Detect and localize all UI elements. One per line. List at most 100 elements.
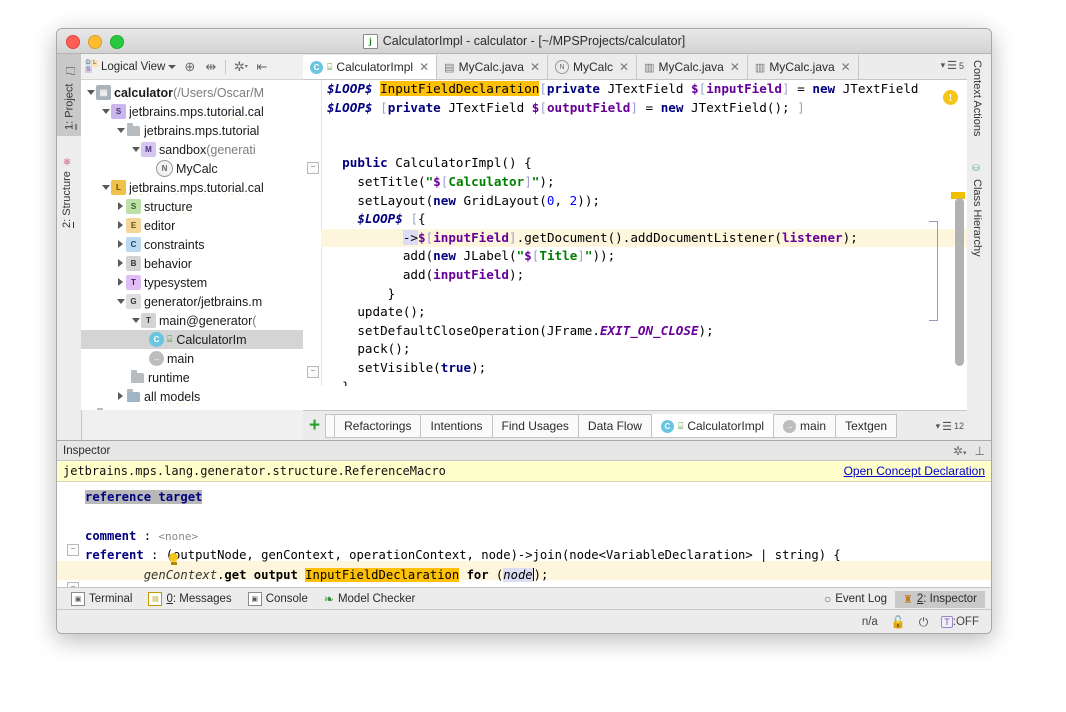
editor-tab-calculatorimpl[interactable]: C ⌸ CalculatorImpl ✕ — [303, 55, 438, 79]
btab-calculatorimpl[interactable]: C ⌸ CalculatorImpl — [651, 414, 775, 438]
close-icon[interactable]: ✕ — [619, 60, 629, 74]
tree-row-all-models[interactable]: all models — [81, 387, 303, 406]
tree-row-editor[interactable]: E editor — [81, 216, 303, 235]
twisty-icon[interactable] — [130, 316, 141, 325]
editor-tab-mycalc-java-3[interactable]: ▥ MyCalc.java ✕ — [748, 55, 859, 79]
fold-marker-open[interactable]: − — [307, 162, 319, 174]
minimize-button[interactable] — [88, 35, 102, 49]
model-checker-icon: ❧ — [323, 592, 334, 606]
node-icon: N — [555, 60, 569, 74]
chevron-down-icon: ▾ — [940, 60, 946, 70]
inspector-body[interactable]: − − reference target comment : <none> re… — [57, 482, 991, 601]
inspector-header-tools: ✲▾ ⊥ — [953, 444, 985, 458]
toolwindow-event-log[interactable]: ○ Event Log — [816, 590, 895, 608]
editor-vertical-scrollbar[interactable] — [955, 198, 964, 366]
tree-row-solution[interactable]: S jetbrains.mps.tutorial.cal — [81, 102, 303, 121]
typing-mode-indicator[interactable]: T:OFF — [941, 616, 979, 628]
close-icon[interactable]: ✕ — [730, 60, 740, 74]
tree-row-structure[interactable]: S structure — [81, 197, 303, 216]
twisty-icon[interactable] — [115, 277, 126, 288]
tree-row-main[interactable]: → main — [81, 349, 303, 368]
plugins-icon[interactable]: ⏻ — [919, 615, 929, 630]
editor-tabs-overflow[interactable]: ▾ ☰ 5 — [941, 59, 964, 72]
bottom-tabs-overflow[interactable]: ▾ ☰ 12 — [936, 420, 967, 433]
toolwindow-label: 0: Messages — [166, 593, 232, 605]
twisty-icon[interactable] — [100, 107, 111, 116]
twisty-icon[interactable] — [115, 239, 126, 250]
tree-row-language[interactable]: L jetbrains.mps.tutorial.cal — [81, 178, 303, 197]
twisty-icon[interactable] — [115, 201, 126, 212]
twisty-icon[interactable] — [85, 88, 96, 97]
tree-row-sandbox[interactable]: M sandbox (generati — [81, 140, 303, 159]
btab-main[interactable]: → main — [774, 414, 837, 438]
tree-row-main-generator[interactable]: T main@generator ( — [81, 311, 303, 330]
twisty-icon[interactable] — [100, 183, 111, 192]
open-concept-declaration-link[interactable]: Open Concept Declaration — [844, 464, 985, 478]
toolwindow-inspector[interactable]: ♜ 2: Inspector — [895, 590, 985, 608]
tree-label: Modules Pool — [114, 409, 195, 411]
twisty-icon[interactable] — [130, 145, 141, 154]
tree-row-package[interactable]: jetbrains.mps.tutorial — [81, 121, 303, 140]
tree-row-calculator[interactable]: ▤ calculator (/Users/Oscar/M — [81, 83, 303, 102]
editor-tab-mycalc-java-2[interactable]: ▥ MyCalc.java ✕ — [637, 55, 748, 79]
intention-bulb-icon[interactable] — [169, 553, 179, 566]
collapse-all-icon[interactable]: ⇹ — [203, 59, 218, 74]
close-icon[interactable]: ✕ — [419, 60, 429, 74]
fold-marker-close[interactable]: − — [307, 366, 319, 378]
sidebar-tab-project[interactable]: 1: Project 🗀 — [57, 54, 82, 136]
toolwindow-model-checker[interactable]: ❧ Model Checker — [316, 590, 423, 608]
sidebar-tab-structure[interactable]: 2: Structure ⚛ — [57, 136, 77, 234]
btab-label: Refactorings — [344, 419, 412, 433]
btab-data-flow[interactable]: Data Flow — [578, 414, 652, 438]
twisty-icon[interactable] — [115, 297, 126, 306]
toolwindow-label: Event Log — [835, 593, 888, 605]
tree-row-typesystem[interactable]: T typesystem — [81, 273, 303, 292]
mapping-icon: → — [783, 419, 797, 433]
editor-tab-label: MyCalc.java — [769, 60, 835, 74]
btab-refactorings[interactable]: Refactorings — [335, 414, 422, 438]
editor-tab-mycalc-java-1[interactable]: ▤ MyCalc.java ✕ — [437, 55, 548, 79]
zoom-button[interactable] — [110, 35, 124, 49]
close-button[interactable] — [66, 35, 80, 49]
view-selector[interactable]: DLS Logical View — [85, 60, 177, 73]
gear-icon[interactable]: ✲▾ — [233, 59, 248, 74]
editor-tab-mycalc-node[interactable]: N MyCalc ✕ — [548, 55, 638, 79]
tree-row-generator[interactable]: G generator/jetbrains.m — [81, 292, 303, 311]
tree-row-mycalc[interactable]: N MyCalc — [81, 159, 303, 178]
btab-intentions[interactable]: Intentions — [421, 414, 493, 438]
sidebar-tab-class-hierarchy[interactable]: ⛁ Class Hierarchy — [967, 158, 987, 270]
toolwindow-console[interactable]: ▣ Console — [240, 590, 316, 608]
btab-spacer — [325, 414, 336, 438]
twisty-icon[interactable] — [115, 220, 126, 231]
inspector-fold-open[interactable]: − — [67, 544, 79, 556]
memory-indicator[interactable]: n/a — [862, 616, 878, 628]
toolwindow-messages[interactable]: ▤ 0: Messages — [140, 590, 239, 608]
twisty-icon[interactable] — [115, 258, 126, 269]
hide-panel-icon[interactable]: ⊥ — [975, 444, 985, 458]
twisty-icon[interactable] — [115, 391, 126, 402]
title-bar: j CalculatorImpl - calculator - [~/MPSPr… — [57, 29, 991, 54]
sidebar-tab-context-actions[interactable]: Context Actions — [967, 54, 987, 158]
warning-badge[interactable]: ! — [943, 90, 958, 105]
tree-row-behavior[interactable]: B behavior — [81, 254, 303, 273]
tree-row-runtime[interactable]: runtime — [81, 368, 303, 387]
tool-window-bar: ▣ Terminal ▤ 0: Messages ▣ Console ❧ Mod… — [57, 587, 991, 610]
twisty-icon[interactable] — [115, 126, 126, 135]
tree-row-modules-pool[interactable]: Modules Pool — [81, 406, 303, 410]
btab-textgen[interactable]: Textgen — [836, 414, 898, 438]
close-icon[interactable]: ✕ — [530, 60, 540, 74]
tree-row-constraints[interactable]: C constraints — [81, 235, 303, 254]
scroll-from-source-icon[interactable]: ⊕ — [182, 59, 197, 74]
code-editor[interactable]: − − $LOOP$ InputFieldDeclaration[private… — [303, 80, 967, 386]
add-tab-button[interactable]: + — [309, 415, 320, 437]
gear-icon[interactable]: ✲▾ — [953, 444, 967, 458]
toolwindow-terminal[interactable]: ▣ Terminal — [63, 590, 140, 608]
btab-find-usages[interactable]: Find Usages — [492, 414, 579, 438]
tree-row-calculatorimpl[interactable]: C ⌸ CalculatorIm — [81, 330, 303, 349]
structure-tab-label: 2: Structure — [61, 171, 73, 228]
hide-panel-icon[interactable]: ⇤ — [254, 59, 269, 74]
close-icon[interactable]: ✕ — [841, 60, 851, 74]
java-file-icon: ▥ — [644, 61, 655, 74]
template-badge-icon: ⌸ — [677, 420, 684, 431]
unlock-icon[interactable]: 🔓 — [891, 615, 906, 629]
